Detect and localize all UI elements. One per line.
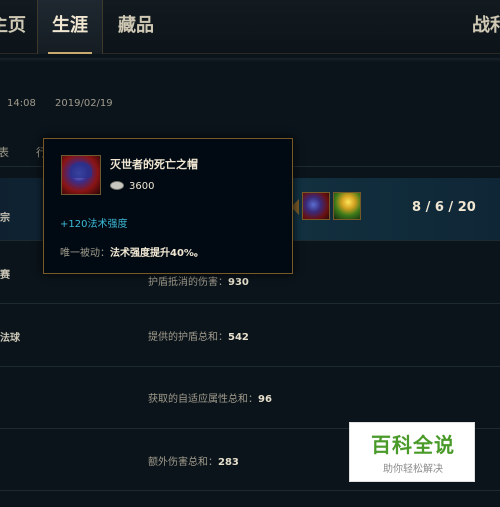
nav-tab-collection[interactable]: 藏品 [118, 0, 154, 54]
gold-coin-icon [110, 181, 124, 190]
item-name: 灭世者的死亡之帽 [110, 158, 198, 171]
divider [0, 303, 500, 304]
nav-tab-home[interactable]: 主页 [0, 0, 26, 54]
match-time: 14:08 [7, 98, 36, 109]
item-stat-ability-power: +120法术强度 [60, 219, 128, 230]
match-date: 2019/02/19 [55, 98, 113, 109]
row-label: 法球 [0, 333, 20, 344]
nav-divider [0, 58, 500, 62]
top-nav: 主页 生涯 藏品 战利 [0, 0, 500, 54]
nav-tab-career[interactable]: 生涯 [37, 0, 103, 54]
item-tooltip: 灭世者的死亡之帽 3600 +120法术强度 唯一被动：法术强度提升40%。 [43, 138, 293, 274]
stat-shield-absorbed: 护盾抵消的伤害：930 [148, 277, 249, 288]
watermark-logo: 百科全说 [371, 433, 455, 457]
staff-item-icon[interactable] [333, 192, 361, 220]
divider [0, 490, 500, 491]
nav-tab-battle[interactable]: 战利 [472, 0, 500, 54]
rabadons-hat-item-icon[interactable] [302, 192, 330, 220]
item-passive: 唯一被动：法术强度提升40%。 [60, 248, 204, 259]
kda-score: 8 / 6 / 20 [412, 200, 476, 215]
rabadons-hat-icon [61, 155, 101, 195]
row-label: 宗 [0, 213, 10, 224]
stat-adaptive-gained: 获取的自适应属性总和：96 [148, 394, 272, 405]
watermark-slogan: 助你轻松解决 [383, 464, 443, 475]
watermark-badge: 百科全说 助你轻松解决 [349, 422, 475, 482]
divider [0, 366, 500, 367]
stat-bonus-damage: 额外伤害总和：283 [148, 457, 239, 468]
match-info: 14:08 2019/02/19 [7, 98, 129, 109]
stat-shield-provided: 提供的护盾总和：542 [148, 332, 249, 343]
row-label: 赛 [0, 270, 10, 281]
tab-table[interactable]: 表 [0, 144, 9, 160]
item-price: 3600 [129, 181, 155, 192]
